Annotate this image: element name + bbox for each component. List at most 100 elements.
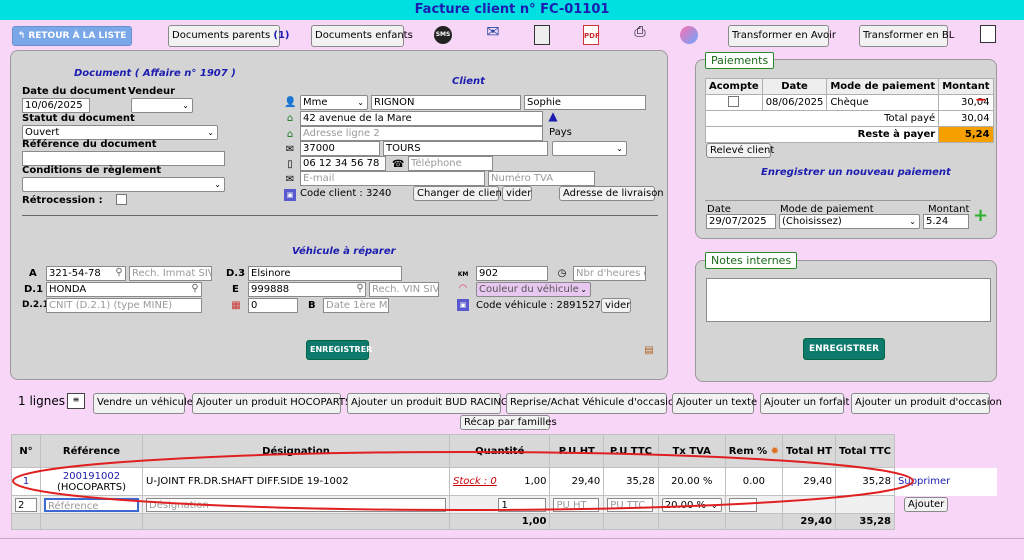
add-text-button[interactable]: Ajouter un texte: [672, 393, 757, 414]
conditions-select[interactable]: ⌄: [22, 177, 225, 192]
hours-field[interactable]: Nbr d'heures de: [573, 266, 646, 281]
reference-field[interactable]: [22, 151, 225, 166]
chevron-down-icon: ⌄: [909, 217, 916, 226]
pdf-icon[interactable]: PDF: [583, 25, 600, 45]
change-client-button[interactable]: Changer de client: [413, 186, 506, 201]
sell-vehicle-button[interactable]: Vendre un véhicule: [93, 393, 193, 414]
divider: [22, 215, 658, 216]
document-date-field[interactable]: 10/06/2025: [22, 98, 90, 113]
bottom-divider: [0, 538, 1024, 539]
vat-field[interactable]: Numéro TVA: [488, 171, 595, 186]
new-payment-amount-field[interactable]: 5.24: [923, 214, 969, 229]
notes-icon[interactable]: [980, 25, 996, 43]
add-payment-icon[interactable]: +: [973, 207, 988, 225]
remaining-label: Reste à payer: [704, 126, 940, 143]
a-label: A: [29, 268, 37, 279]
chevron-down-icon: ⌄: [616, 144, 623, 153]
civility-select[interactable]: Mme ⌄: [300, 95, 368, 110]
zip-field[interactable]: 37000: [300, 141, 380, 156]
clear-client-button[interactable]: vider: [502, 186, 532, 201]
family-recap-button[interactable]: Récap par familles: [460, 415, 557, 430]
add-hocoparts-button[interactable]: Ajouter un produit HOCOPARTS: [192, 393, 351, 414]
add-used-product-button[interactable]: Ajouter un produit d'occasion: [851, 393, 1002, 414]
back-arrow-icon: ↰: [17, 31, 29, 41]
printer-icon[interactable]: ⎙: [632, 25, 648, 44]
mobile-field[interactable]: 06 12 34 56 78: [300, 156, 386, 171]
email-icon[interactable]: ✉: [483, 24, 503, 44]
first-date-placeholder: Date 1ère ME: [326, 300, 389, 311]
delivery-address-button[interactable]: Adresse de livraison: [559, 186, 664, 201]
new-payment-date-field[interactable]: 29/07/2025: [706, 214, 776, 229]
telephone-field[interactable]: Téléphone: [408, 156, 493, 171]
vehicle-card-icon: ▣: [457, 299, 469, 311]
page-title: Facture client n° FC-01101: [0, 0, 1024, 20]
new-payment-mode-select[interactable]: (Choisissez) ⌄: [779, 214, 920, 229]
save-document-button[interactable]: ENREGISTRER: [306, 340, 372, 360]
client-statement-button[interactable]: Relevé client: [706, 143, 774, 158]
retrocession-checkbox[interactable]: [116, 194, 127, 205]
odometer-icon: KM: [457, 271, 469, 278]
used-vehicle-button[interactable]: Reprise/Achat Véhicule d'occasion: [506, 393, 680, 414]
delete-payment-icon[interactable]: −: [975, 93, 987, 107]
payment-date: 08/06/2025: [761, 94, 828, 111]
lastname-field[interactable]: RIGNON: [371, 95, 521, 110]
country-select[interactable]: ⌄: [552, 141, 627, 156]
remaining-value: 5,24: [938, 126, 994, 143]
transform-to-bl-button[interactable]: Transformer en BL: [859, 25, 954, 47]
search-icon[interactable]: ⚲: [113, 267, 125, 279]
mobile-phone-icon: ▯: [287, 159, 293, 170]
grand-total-ht: 29,40: [782, 513, 836, 530]
search-icon[interactable]: ⚲: [189, 283, 201, 295]
immat-siv-field[interactable]: Rech. Immat SIV: [129, 266, 212, 281]
calendar-icon: ▦: [231, 300, 241, 311]
document-edit-icon[interactable]: ≡: [67, 393, 85, 409]
deposit-checkbox[interactable]: [728, 95, 740, 107]
payments-table: Acompte Date Mode de paiement Montant 08…: [704, 78, 994, 143]
seller-select[interactable]: ⌄: [131, 98, 193, 113]
e-label: E: [232, 284, 239, 295]
cnit-field[interactable]: CNIT (D.2.1) (type MINE): [46, 298, 202, 313]
document-section-title: Document ( Affaire n° 1907 ): [74, 68, 236, 79]
first-date-field[interactable]: Date 1ère ME: [323, 298, 389, 313]
child-documents-button[interactable]: Documents enfants: [311, 25, 413, 47]
save-notes-button[interactable]: ENREGISTRER: [803, 338, 885, 360]
add-package-button[interactable]: Ajouter un forfait: [760, 393, 849, 414]
vin-siv-field[interactable]: Rech. VIN SIV: [369, 282, 439, 297]
chevron-down-icon: ⌄: [182, 101, 189, 110]
color-select[interactable]: Couleur du véhicule ⌄: [476, 282, 591, 297]
search-icon[interactable]: ⚲: [354, 283, 366, 295]
mileage-field[interactable]: 902: [476, 266, 548, 281]
vin-field[interactable]: 999888: [248, 282, 366, 297]
person-icon: 👤: [284, 97, 297, 108]
firstname-field[interactable]: Sophie: [524, 95, 646, 110]
highlight-ellipse: [12, 451, 914, 511]
email-field[interactable]: E-mail: [300, 171, 485, 186]
address1-field[interactable]: 42 avenue de la Mare: [300, 111, 543, 126]
first-reg-field[interactable]: 0: [248, 298, 298, 313]
color-placeholder: Couleur du véhicule: [479, 284, 579, 295]
brand-field[interactable]: HONDA: [46, 282, 202, 297]
clear-vehicle-button[interactable]: vider: [601, 298, 631, 313]
map-marker-icon[interactable]: ▲: [547, 110, 559, 122]
clipboard-icon[interactable]: [534, 25, 550, 45]
payment-icon[interactable]: [680, 26, 698, 44]
email-small-icon: ✉: [285, 174, 295, 185]
notes-textarea[interactable]: [706, 278, 991, 322]
transform-to-credit-button[interactable]: Transformer en Avoir: [728, 25, 836, 47]
client-card-icon: ▣: [284, 189, 296, 201]
col-date: Date: [761, 78, 828, 95]
city-field[interactable]: TOURS: [383, 141, 548, 156]
hours-placeholder: Nbr d'heures de: [576, 268, 645, 279]
back-to-list-button[interactable]: ↰ RETOUR À LA LISTE: [12, 26, 132, 46]
parent-documents-button[interactable]: Documents parents (1): [168, 25, 289, 47]
add-budracing-button[interactable]: Ajouter un produit BUD RACING: [347, 393, 509, 414]
immat-siv-placeholder: Rech. Immat SIV: [132, 268, 212, 279]
cnit-placeholder: CNIT (D.2.1) (type MINE): [49, 300, 173, 311]
sms-icon[interactable]: SMS: [434, 26, 452, 44]
model-field[interactable]: Elsinore: [248, 266, 402, 281]
rainbow-icon: ◠: [458, 283, 468, 294]
status-select[interactable]: Ouvert ⌄: [22, 125, 218, 140]
address2-field[interactable]: Adresse ligne 2: [300, 126, 543, 141]
payment-mode: Chèque: [826, 94, 940, 111]
scroll-icon[interactable]: ▤: [643, 345, 655, 357]
